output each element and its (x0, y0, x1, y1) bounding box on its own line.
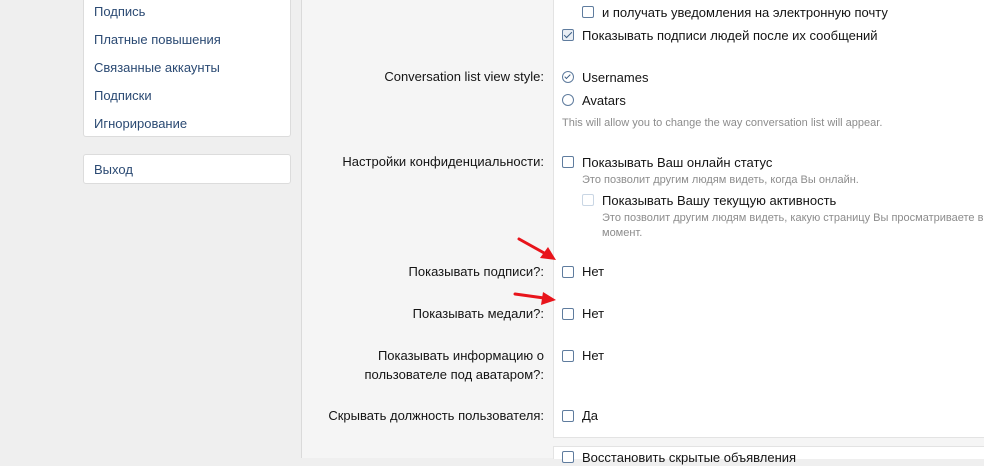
show-user-info-option: Нет (582, 348, 605, 363)
activity-hint-line1: Это позволит другим людям видеть, какую … (602, 212, 984, 224)
usernames-option-label: Usernames (582, 70, 649, 85)
sidebar-item-signature[interactable]: Подпись (94, 4, 145, 19)
sidebar-item-subscriptions[interactable]: Подписки (94, 88, 152, 103)
show-signatures-label: Показывать подписи?: (408, 264, 544, 279)
show-user-info-label-line1: Показывать информацию о (377, 348, 544, 363)
red-arrow-icon (517, 237, 556, 260)
online-status-checkbox[interactable] (562, 156, 574, 168)
red-arrow-icon (513, 292, 556, 305)
hide-user-title-label: Скрывать должность пользователя: (328, 408, 544, 423)
show-signatures-after-checkbox[interactable] (562, 29, 574, 41)
online-status-label: Показывать Ваш онлайн статус (582, 155, 773, 170)
email-notify-label: и получать уведомления на электронную по… (602, 5, 888, 20)
avatars-radio[interactable] (562, 94, 574, 106)
show-signatures-checkbox[interactable] (562, 266, 574, 278)
hide-user-title-option: Да (582, 408, 599, 423)
sidebar-item-linked-accounts[interactable]: Связанные аккаунты (94, 60, 220, 75)
show-medals-checkbox[interactable] (562, 308, 574, 320)
show-medals-option: Нет (582, 306, 605, 321)
sidebar-item-ignoring[interactable]: Игнорирование (94, 116, 187, 131)
privacy-settings-label: Настройки конфиденциальности: (342, 154, 544, 169)
online-status-hint: Это позволит другим людям видеть, когда … (582, 174, 859, 186)
activity-label: Показывать Вашу текущую активность (602, 193, 837, 208)
conversation-style-label: Conversation list view style: (384, 69, 544, 84)
account-sidebar-menu: Подпись Платные повышения Связанные акка… (83, 0, 291, 137)
email-notify-checkbox[interactable] (582, 6, 594, 18)
logout-box: Выход (83, 154, 291, 184)
activity-checkbox[interactable] (582, 194, 594, 206)
activity-hint-line2: момент. (602, 227, 643, 239)
restore-hidden-checkbox[interactable] (562, 451, 574, 463)
restore-hidden-label: Восстановить скрытые объявления (582, 450, 797, 465)
sidebar-item-paid-upgrades[interactable]: Платные повышения (94, 32, 221, 47)
avatars-option-label: Avatars (582, 93, 626, 108)
usernames-radio[interactable] (562, 71, 574, 83)
show-signatures-after-label: Показывать подписи людей после их сообще… (582, 28, 878, 43)
show-user-info-checkbox[interactable] (562, 350, 574, 362)
logout-link[interactable]: Выход (94, 162, 133, 177)
conversation-style-hint: This will allow you to change the way co… (562, 117, 883, 129)
hide-user-title-checkbox[interactable] (562, 410, 574, 422)
show-signatures-option: Нет (582, 264, 605, 279)
show-user-info-label-line2: пользователе под аватаром?: (364, 367, 544, 382)
